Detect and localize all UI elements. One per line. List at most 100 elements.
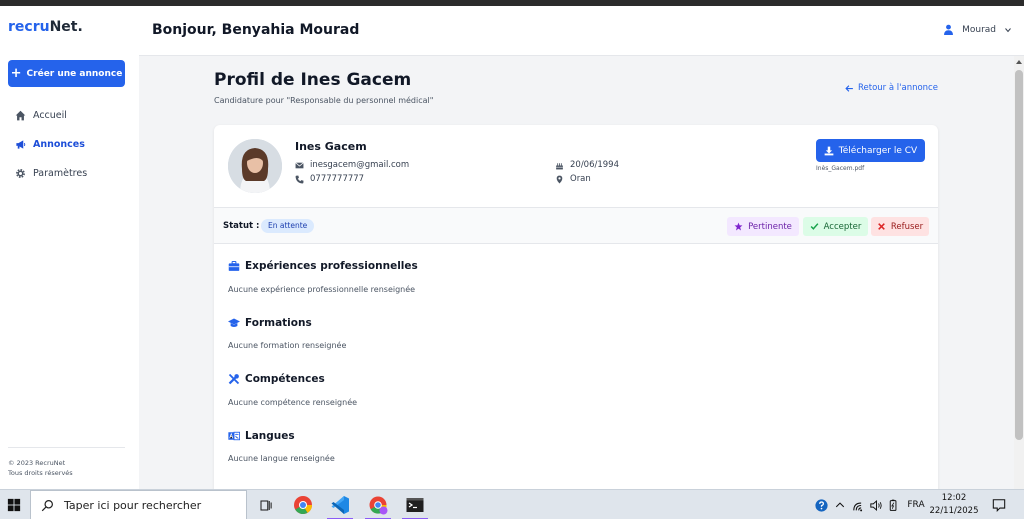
taskbar-chrome[interactable] (286, 490, 320, 519)
section-experiences-title: Expériences professionnelles (228, 260, 418, 272)
status-label: Statut : (223, 221, 260, 231)
show-hidden-icons-button[interactable] (833, 490, 847, 519)
section-skills-empty: Aucune compétence renseignée (228, 398, 358, 407)
section-experiences-empty: Aucune expérience professionnelle rensei… (228, 285, 416, 294)
status-bar: Statut : En attente Pertinente Accepter … (214, 207, 938, 244)
scroll-up-arrow-icon[interactable] (1016, 60, 1022, 64)
search-icon (41, 499, 53, 511)
volume-tray-button[interactable] (869, 490, 884, 519)
candidate-city: Oran (555, 174, 591, 184)
network-tray-button[interactable] (852, 490, 867, 519)
section-formations-title: Formations (228, 317, 312, 329)
envelope-icon (295, 161, 304, 168)
top-header: Bonjour, Benyahia Mourad Mourad (139, 6, 1024, 56)
taskbar-search-placeholder: Taper ici pour rechercher (64, 498, 202, 512)
candidate-birthdate: 20/06/1994 (555, 160, 619, 170)
battery-tray-button[interactable] (886, 490, 901, 519)
page-scrollbar[interactable] (1014, 56, 1024, 489)
sidebar-item-label: Paramètres (33, 168, 88, 179)
sidebar-item-settings[interactable]: Paramètres (15, 168, 87, 179)
clock-time: 12:02 (941, 493, 967, 503)
taskbar-clock[interactable]: 12:02 22/11/2025 (928, 492, 980, 518)
birthday-cake-icon (556, 162, 563, 169)
email-text: inesgacem@gmail.com (310, 160, 410, 170)
section-languages-title: Langues (228, 430, 295, 442)
sidebar-item-home[interactable]: Accueil (15, 110, 67, 121)
candidate-avatar (228, 139, 282, 193)
page-subtitle: Candidature pour "Responsable du personn… (214, 96, 434, 105)
taskbar-terminal[interactable] (398, 490, 432, 519)
windows-start-button[interactable] (0, 490, 28, 519)
taskbar-vscode[interactable] (323, 490, 357, 519)
chevron-down-icon (1005, 27, 1011, 32)
candidate-profile-card: Ines Gacem inesgacem@gmail.com 077777777… (214, 125, 938, 495)
app-logo[interactable]: recruNet. (8, 19, 83, 35)
close-icon (878, 223, 885, 230)
speaker-icon (870, 499, 882, 511)
sidebar-item-announcements[interactable]: Annonces (15, 139, 85, 150)
help-icon (814, 498, 828, 512)
chevron-up-icon (835, 502, 845, 508)
map-marker-icon (556, 175, 563, 183)
terminal-icon (406, 498, 424, 512)
accept-button[interactable]: Accepter (803, 217, 868, 236)
accept-label: Accepter (823, 221, 862, 232)
user-icon (944, 24, 954, 35)
star-icon (734, 222, 743, 231)
help-tray-button[interactable] (812, 490, 830, 519)
status-badge: En attente (261, 219, 315, 233)
task-view-button[interactable] (248, 490, 282, 519)
vscode-icon (331, 496, 349, 514)
chrome-profile-icon (369, 496, 388, 515)
section-formations-empty: Aucune formation renseignée (228, 341, 347, 350)
download-icon (824, 146, 834, 155)
greeting-text: Bonjour, Benyahia Mourad (152, 22, 360, 38)
sidebar: recruNet. + Créer une annonce Accueil An… (0, 6, 139, 489)
download-cv-label: Télécharger le CV (838, 145, 918, 156)
rights-text: Tous droits réservés (8, 469, 73, 477)
megaphone-icon (16, 140, 26, 149)
reject-label: Refuser (890, 221, 924, 232)
cv-file-name: Inès_Gacem.pdf (816, 165, 865, 172)
taskbar-search-box[interactable]: Taper ici pour rechercher (30, 490, 247, 519)
language-icon (228, 431, 240, 441)
wifi-icon (853, 502, 863, 511)
sidebar-item-label: Annonces (33, 139, 85, 150)
battery-icon (889, 499, 897, 511)
candidate-phone: 0777777777 (295, 174, 364, 184)
sidebar-footer: © 2023 RecruNet Tous droits réservés (8, 447, 125, 478)
reject-button[interactable]: Refuser (871, 217, 929, 236)
chrome-icon (294, 496, 312, 515)
user-name: Mourad (962, 24, 996, 35)
back-to-announcement-link[interactable]: Retour à l'annonce (845, 83, 938, 93)
create-announcement-label: Créer une annonce (26, 68, 123, 79)
home-icon (15, 110, 26, 121)
pertinent-button[interactable]: Pertinente (727, 217, 799, 236)
taskbar-chrome-profile[interactable] (361, 490, 395, 519)
user-menu[interactable]: Mourad (943, 24, 1012, 35)
notifications-button[interactable] (988, 490, 1010, 519)
back-link-label: Retour à l'annonce (858, 83, 938, 93)
notification-icon (992, 499, 1006, 512)
create-announcement-button[interactable]: + Créer une annonce (8, 60, 125, 87)
download-cv-button[interactable]: Télécharger le CV (816, 139, 925, 162)
city-text: Oran (570, 174, 591, 184)
gear-icon (16, 169, 25, 178)
phone-icon (295, 175, 304, 183)
section-languages-empty: Aucune langue renseignée (228, 454, 335, 463)
arrow-left-icon (845, 84, 853, 92)
pertinent-label: Pertinente (748, 221, 792, 232)
input-language-indicator[interactable]: FRA (904, 490, 928, 519)
candidate-name: Ines Gacem (295, 140, 367, 153)
graduation-cap-icon (228, 318, 240, 327)
windows-taskbar: Taper ici pour rechercher FRA 12:02 22/1… (0, 489, 1024, 519)
check-icon (810, 223, 819, 230)
briefcase-icon (228, 260, 240, 271)
scroll-thumb[interactable] (1015, 70, 1023, 440)
section-skills-title: Compétences (228, 373, 325, 385)
sidebar-item-label: Accueil (33, 110, 67, 121)
page-title: Profil de Ines Gacem (214, 70, 412, 90)
birthdate-text: 20/06/1994 (570, 160, 619, 170)
task-view-icon (259, 499, 272, 511)
tools-icon (228, 373, 240, 385)
